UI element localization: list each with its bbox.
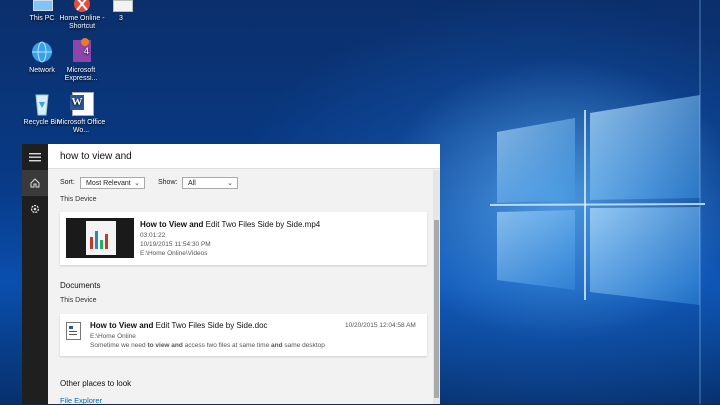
video-path: E:\Home Online\Videos	[140, 250, 208, 257]
desktop-icon-word[interactable]: W Microsoft Office Wo...	[52, 92, 110, 135]
start-rail	[22, 144, 48, 404]
chevron-down-icon: ⌄	[134, 180, 140, 187]
other-places-header: Other places to look	[60, 379, 132, 388]
videos-section-sub: This Device	[60, 196, 97, 203]
results-scrollbar[interactable]	[433, 170, 440, 404]
documents-header: Documents	[60, 281, 101, 290]
search-results-panel: how to view and Sort: Show: Most Relevan…	[48, 144, 440, 405]
word-icon: W	[67, 92, 95, 116]
scrollbar-thumb[interactable]	[434, 220, 439, 398]
computer-icon	[28, 0, 56, 12]
expression-icon: 4	[67, 38, 95, 64]
desktop-icon-label: Microsoft Office Wo...	[56, 119, 106, 134]
sort-value: Most Relevant	[86, 180, 131, 187]
chevron-down-icon: ⌄	[227, 180, 233, 187]
document-snippet: Sometime we need to view and access two …	[90, 342, 325, 349]
sort-dropdown[interactable]: Most Relevant ⌄	[80, 177, 145, 189]
hamburger-icon[interactable]	[22, 144, 48, 170]
video-result-title: How to View and Edit Two Files Side by S…	[140, 220, 321, 229]
search-box[interactable]: how to view and	[48, 144, 440, 169]
desktop-icon-label: 3	[119, 15, 123, 22]
desktop-icon-label: Microsoft Expressi...	[64, 67, 98, 82]
desktop-icon-3[interactable]: 3	[92, 0, 150, 23]
document-date: 10/20/2015 12:04:58 AM	[345, 322, 416, 329]
desktop-icon-expression[interactable]: 4 Microsoft Expressi...	[52, 38, 110, 83]
document-icon	[66, 322, 81, 340]
home-icon[interactable]	[22, 170, 48, 196]
gear-icon[interactable]	[22, 196, 48, 222]
folder-icon	[107, 0, 135, 12]
sort-label: Sort:	[60, 179, 75, 186]
document-result-item[interactable]: How to View and Edit Two Files Side by S…	[60, 314, 427, 356]
show-dropdown[interactable]: All ⌄	[182, 177, 238, 189]
document-path: E:\Home Online	[90, 333, 136, 340]
video-result-item[interactable]: How to View and Edit Two Files Side by S…	[60, 212, 427, 265]
documents-section-sub: This Device	[60, 297, 97, 304]
show-label: Show:	[158, 179, 178, 186]
video-result-meta: 03:01:22 10/19/2015 11:54:30 PM E:\Home …	[140, 231, 211, 258]
video-date: 10/19/2015 11:54:30 PM	[140, 241, 211, 248]
video-duration: 03:01:22	[140, 232, 166, 239]
show-value: All	[188, 180, 196, 187]
search-input[interactable]: how to view and	[60, 151, 132, 162]
document-result-title: How to View and Edit Two Files Side by S…	[90, 321, 268, 330]
video-thumbnail	[66, 218, 134, 258]
